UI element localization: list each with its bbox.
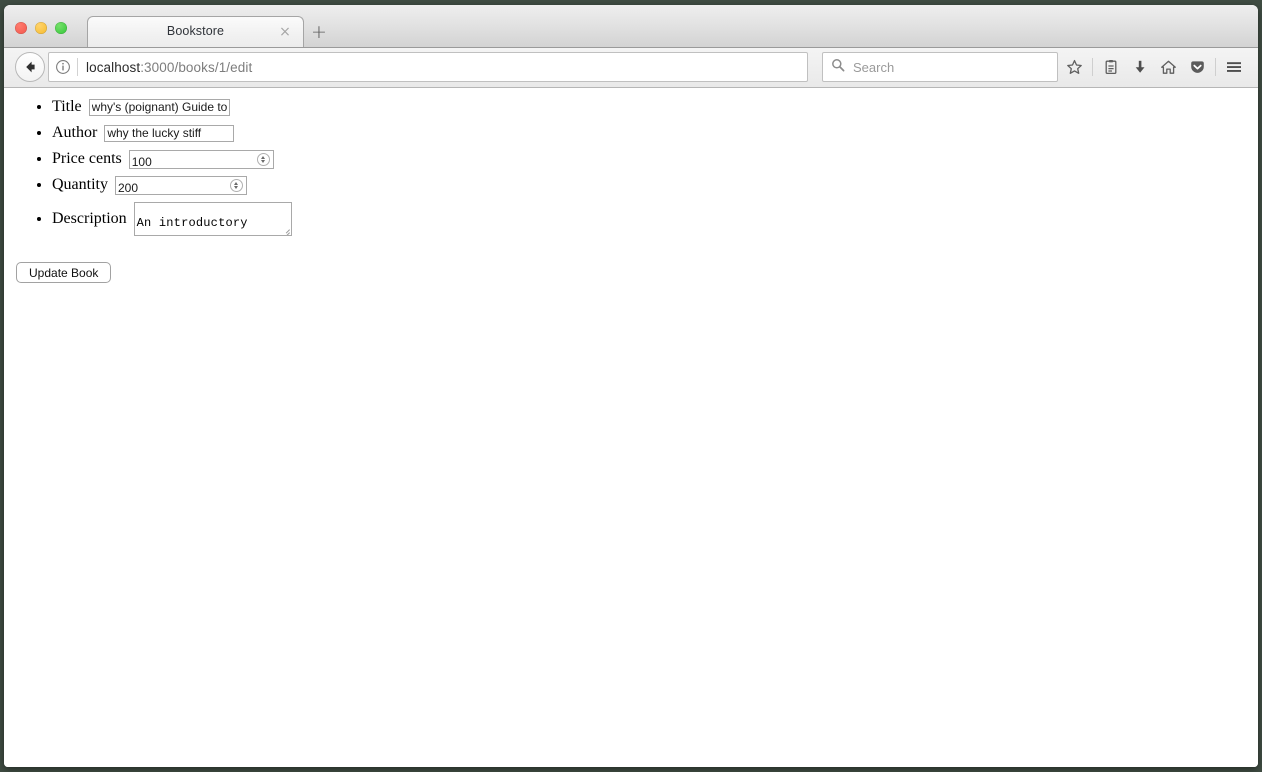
description-textarea-value: An introductory book to the Ruby — [136, 216, 248, 231]
price-cents-field[interactable] — [128, 149, 274, 171]
browser-window: Bookstore × + localhost:3000/books/1/edi… — [4, 5, 1258, 767]
price-cents-stepper[interactable] — [256, 152, 270, 166]
new-tab-button[interactable]: + — [310, 23, 328, 42]
author-input[interactable] — [104, 124, 235, 142]
library-icon[interactable] — [1096, 52, 1125, 82]
title-input[interactable] — [88, 98, 230, 116]
stepper-up-icon[interactable] — [260, 155, 265, 159]
stepper-up-icon[interactable] — [234, 181, 238, 185]
window-controls — [15, 22, 67, 34]
window-maximize-button[interactable] — [55, 22, 67, 34]
toolbar-icon-group — [1060, 52, 1248, 82]
form-row-author: Author — [52, 122, 292, 144]
update-book-button[interactable]: Update Book — [16, 262, 112, 283]
form-actions: Update Book — [12, 262, 292, 283]
price-cents-label: Price cents — [52, 150, 122, 167]
stepper-down-icon[interactable] — [234, 185, 238, 189]
window-minimize-button[interactable] — [35, 22, 47, 34]
textarea-resize-handle[interactable] — [281, 225, 290, 236]
price-cents-input[interactable] — [129, 153, 250, 171]
url-bar[interactable]: localhost:3000/books/1/edit — [48, 52, 808, 82]
navigation-toolbar: localhost:3000/books/1/edit Search — [4, 48, 1258, 88]
stepper-down-icon[interactable] — [260, 159, 265, 163]
form-field-list: Title Author Price cents — [12, 96, 292, 238]
tab-title: Bookstore — [166, 24, 225, 38]
search-icon — [831, 58, 845, 77]
form-row-description: Description An introductory book to the … — [52, 200, 292, 238]
toolbar-divider — [1215, 58, 1216, 76]
info-icon[interactable] — [55, 59, 71, 75]
quantity-label: Quantity — [52, 176, 108, 193]
url-host: localhost — [86, 59, 141, 75]
quantity-field[interactable] — [115, 175, 247, 197]
url-path: :3000/books/1/edit — [140, 59, 253, 75]
downloads-icon[interactable] — [1125, 52, 1154, 82]
tab-close-icon[interactable]: × — [278, 25, 292, 39]
description-textarea[interactable]: An introductory book to the Ruby — [133, 202, 292, 237]
window-close-button[interactable] — [15, 22, 27, 34]
browser-tab[interactable]: Bookstore × — [87, 16, 304, 47]
form-row-quantity: Quantity — [52, 174, 292, 197]
search-input-placeholder: Search — [853, 59, 895, 75]
search-bar[interactable]: Search — [822, 52, 1058, 82]
author-label: Author — [52, 124, 98, 141]
page-content: Title Author Price cents — [4, 88, 1258, 767]
quantity-stepper[interactable] — [230, 178, 243, 192]
description-label: Description — [52, 210, 127, 227]
form-row-title: Title — [52, 96, 292, 118]
url-text: localhost:3000/books/1/edit — [86, 60, 252, 75]
back-button[interactable] — [15, 52, 45, 82]
home-icon[interactable] — [1154, 52, 1183, 82]
pocket-icon[interactable] — [1183, 52, 1212, 82]
bookmark-star-icon[interactable] — [1060, 52, 1089, 82]
menu-hamburger-icon[interactable] — [1219, 52, 1248, 82]
title-label: Title — [52, 98, 82, 115]
tab-strip: Bookstore × + — [4, 5, 1258, 48]
toolbar-divider — [1092, 58, 1093, 76]
url-divider — [77, 58, 78, 76]
quantity-input[interactable] — [116, 179, 223, 197]
form-row-price-cents: Price cents — [52, 148, 292, 171]
book-edit-form: Title Author Price cents — [4, 88, 300, 291]
